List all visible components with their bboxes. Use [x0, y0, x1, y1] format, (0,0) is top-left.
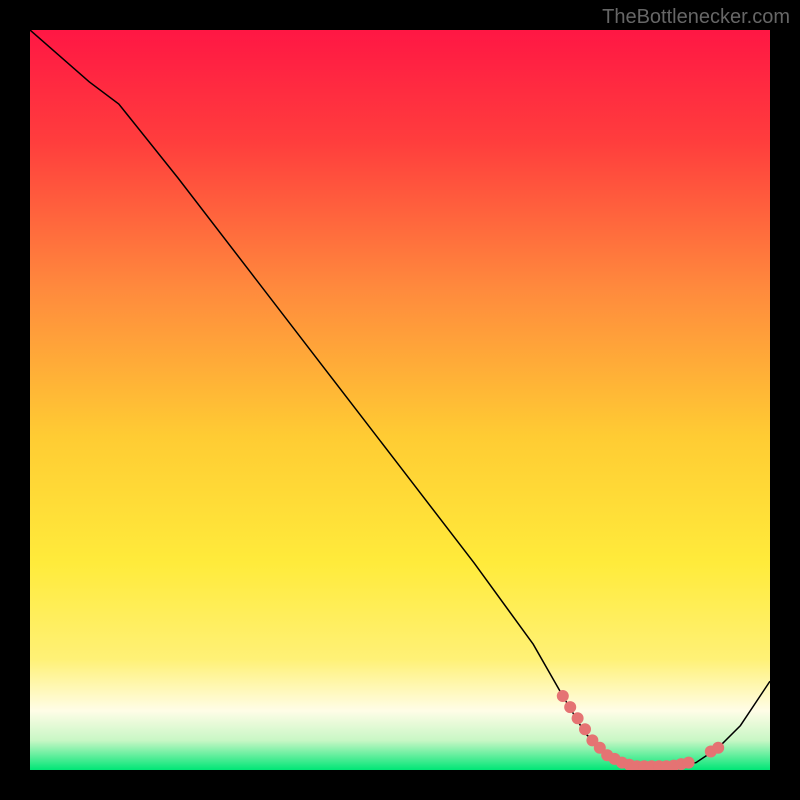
highlight-point — [557, 690, 569, 702]
highlight-points-layer — [30, 30, 770, 770]
highlight-point — [683, 757, 695, 769]
highlight-point — [564, 701, 576, 713]
chart-area — [30, 30, 770, 770]
highlight-point — [579, 723, 591, 735]
highlight-point — [712, 742, 724, 754]
watermark-text: TheBottlenecker.com — [602, 6, 790, 29]
highlight-point — [572, 712, 584, 724]
